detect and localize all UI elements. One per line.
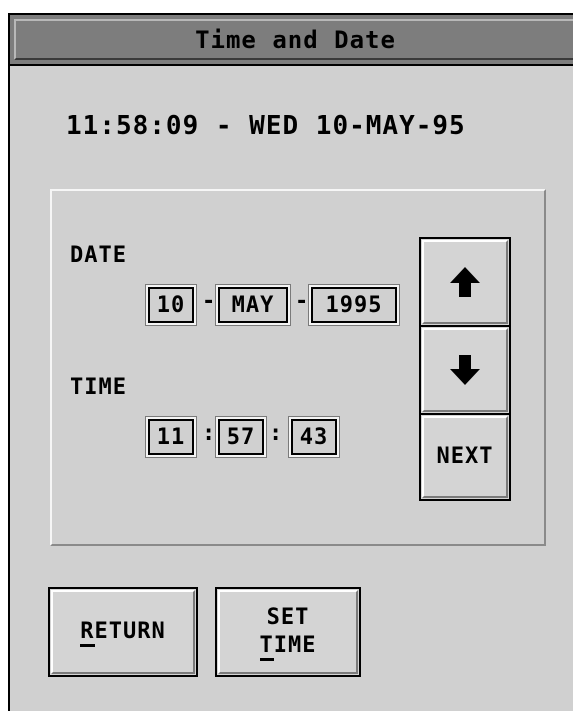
time-and-date-window: Time and Date 11:58:09 - WED 10-MAY-95 D… <box>8 13 573 711</box>
set-time-line1: SET <box>266 605 310 630</box>
next-button[interactable]: NEXT <box>419 413 511 501</box>
date-separator: - <box>202 289 216 314</box>
time-seconds-field[interactable]: 43 <box>289 417 339 457</box>
date-month-field[interactable]: MAY <box>216 285 290 325</box>
date-time-panel: DATE 10 - MAY - 1995 TIME 11 : 57 : 43 N… <box>50 189 546 546</box>
return-button-label: RETURN <box>80 618 166 647</box>
date-label: DATE <box>70 243 127 268</box>
set-time-mnemonic: T <box>259 633 274 661</box>
increment-button[interactable] <box>419 237 511 327</box>
arrow-down-icon <box>450 355 480 385</box>
date-year-field[interactable]: 1995 <box>309 285 399 325</box>
set-time-line2-rest: IME <box>273 633 317 658</box>
date-day-field[interactable]: 10 <box>146 285 196 325</box>
next-button-label: NEXT <box>436 444 494 469</box>
window-title: Time and Date <box>14 19 573 60</box>
current-datetime-display: 11:58:09 - WED 10-MAY-95 <box>66 111 466 141</box>
return-mnemonic: R <box>80 619 95 647</box>
set-time-button-label: SET TIME <box>259 604 317 661</box>
return-label-rest: ETURN <box>94 619 166 644</box>
time-separator: : <box>269 421 283 446</box>
return-button[interactable]: RETURN <box>48 587 198 677</box>
date-separator: - <box>295 289 309 314</box>
time-hours-field[interactable]: 11 <box>146 417 196 457</box>
arrow-up-icon <box>450 267 480 297</box>
time-minutes-field[interactable]: 57 <box>216 417 266 457</box>
title-bar[interactable]: Time and Date <box>10 15 573 66</box>
time-separator: : <box>202 421 216 446</box>
time-label: TIME <box>70 375 127 400</box>
set-time-button[interactable]: SET TIME <box>215 587 361 677</box>
decrement-button[interactable] <box>419 325 511 415</box>
